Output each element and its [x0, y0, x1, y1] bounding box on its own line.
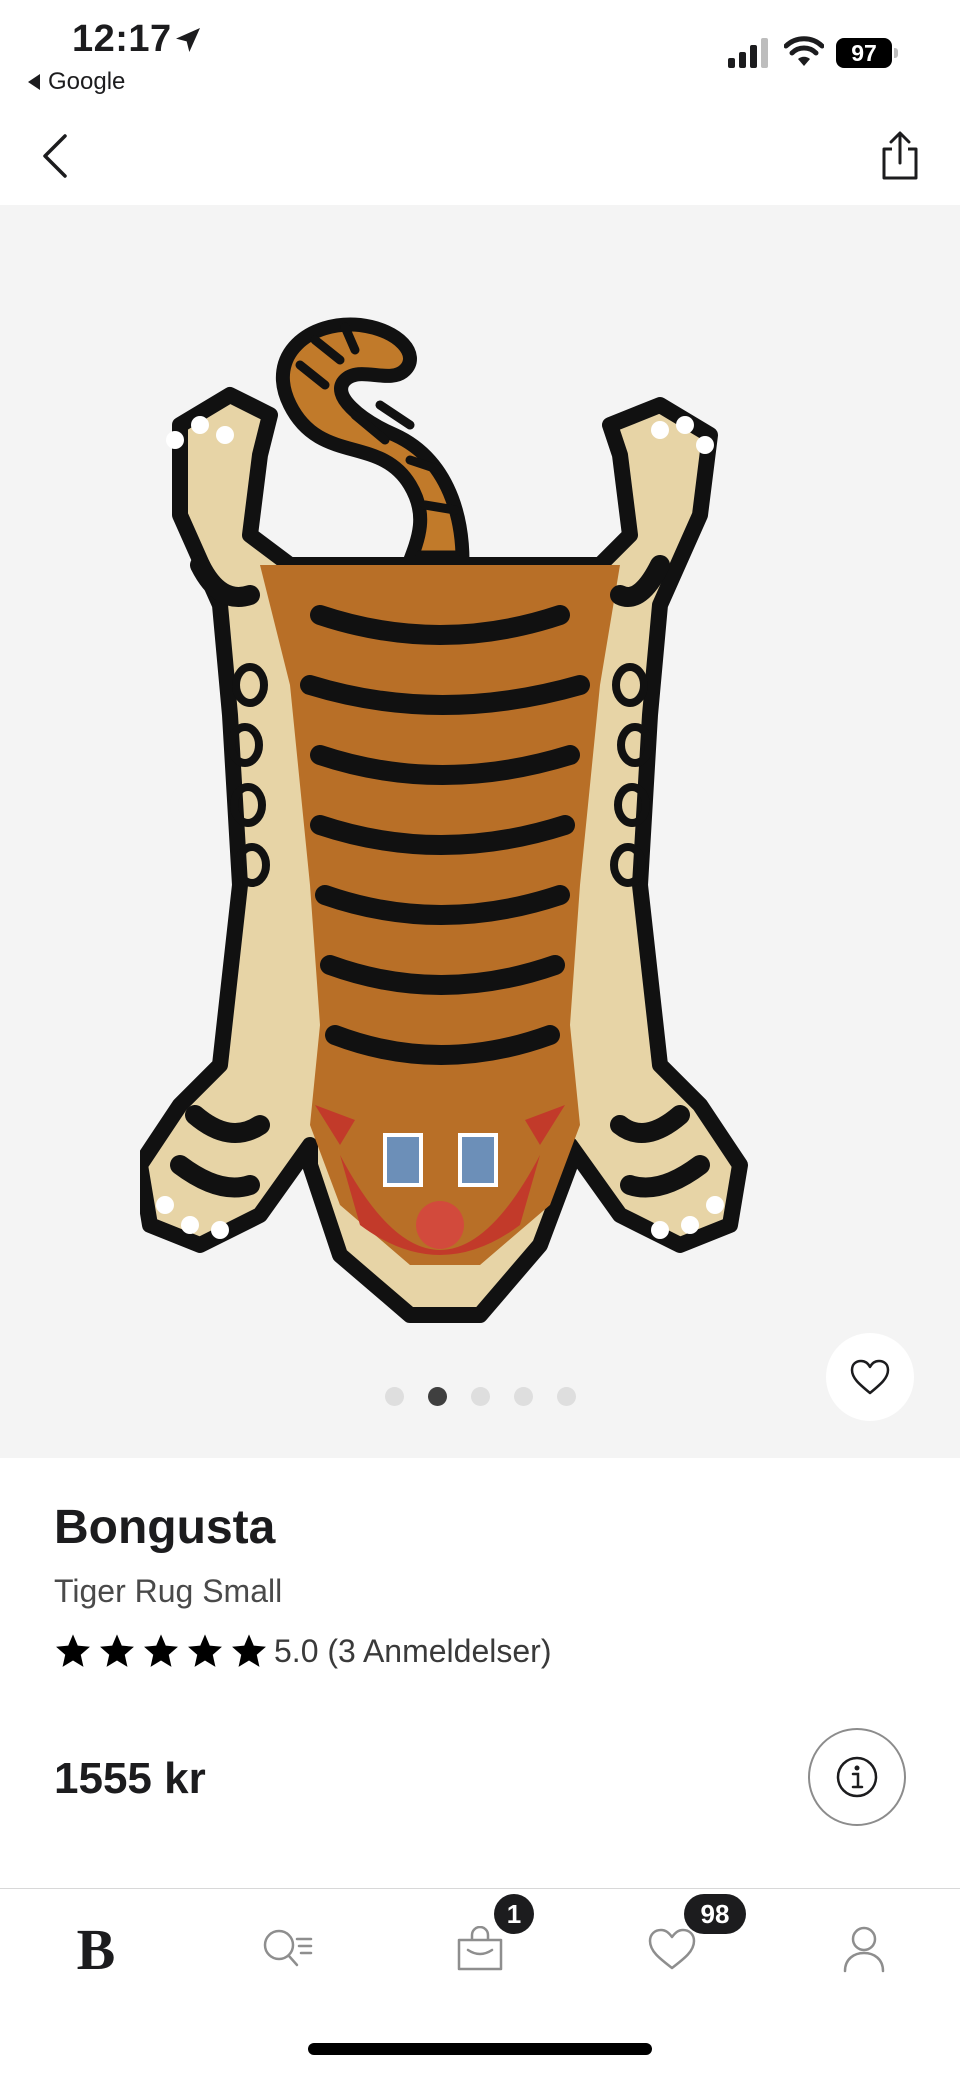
wishlist-count-badge: 98 — [684, 1894, 746, 1934]
back-triangle-icon — [28, 74, 40, 90]
star-icon — [188, 1634, 222, 1667]
heart-icon — [648, 1928, 696, 1970]
home-indicator[interactable] — [308, 2043, 652, 2055]
product-rating[interactable]: 5.0 (3 Anmeldelser) — [54, 1632, 551, 1670]
pagination-dot[interactable] — [513, 1387, 533, 1406]
info-icon — [836, 1756, 878, 1798]
wifi-icon — [784, 36, 824, 66]
star-icon — [144, 1634, 178, 1667]
product-brand[interactable]: Bongusta — [54, 1500, 275, 1555]
chevron-left-icon — [43, 134, 67, 178]
star-icon — [56, 1634, 90, 1667]
share-icon — [882, 131, 918, 180]
status-bar: 12:17 Google 97 — [0, 0, 960, 110]
back-button[interactable] — [30, 128, 80, 184]
share-button[interactable] — [870, 126, 930, 186]
product-price: 1555 kr — [54, 1754, 206, 1803]
pagination-dot[interactable] — [470, 1387, 490, 1406]
star-icon — [100, 1634, 134, 1667]
product-page: 12:17 Google 97 Bongusta Tiger Rug Small… — [0, 0, 960, 2077]
shopping-bag-icon — [457, 1926, 503, 1971]
battery-level: 97 — [836, 38, 892, 68]
pagination-dot-active[interactable] — [427, 1387, 447, 1406]
status-time: 12:17 — [72, 18, 172, 60]
rating-stars — [54, 1632, 268, 1670]
back-app-label: Google — [48, 68, 126, 95]
info-button[interactable] — [808, 1728, 906, 1826]
cellular-signal-icon — [728, 38, 768, 68]
star-icon — [232, 1634, 266, 1667]
product-image-gallery[interactable] — [0, 205, 960, 1458]
favorite-button[interactable] — [826, 1333, 914, 1421]
search-icon — [263, 1929, 313, 1967]
battery-indicator: 97 — [836, 38, 898, 68]
tab-search[interactable] — [248, 1909, 328, 1989]
tab-profile[interactable] — [824, 1909, 904, 1989]
rating-text: 5.0 (3 Anmeldelser) — [274, 1632, 552, 1669]
nav-bar — [0, 110, 960, 205]
bag-count-badge: 1 — [494, 1894, 534, 1934]
back-to-app-link[interactable]: Google — [28, 68, 125, 96]
pagination-dot[interactable] — [384, 1387, 404, 1406]
location-arrow-icon — [176, 28, 200, 52]
tiger-rug-image — [140, 317, 748, 1323]
profile-icon — [843, 1926, 885, 1973]
pagination-dot[interactable] — [556, 1387, 576, 1406]
tab-home[interactable]: B — [56, 1909, 136, 1989]
battery-nub — [894, 48, 898, 58]
image-pagination-dots[interactable] — [0, 1387, 960, 1406]
heart-icon — [850, 1359, 890, 1395]
product-name: Tiger Rug Small — [54, 1573, 283, 1609]
